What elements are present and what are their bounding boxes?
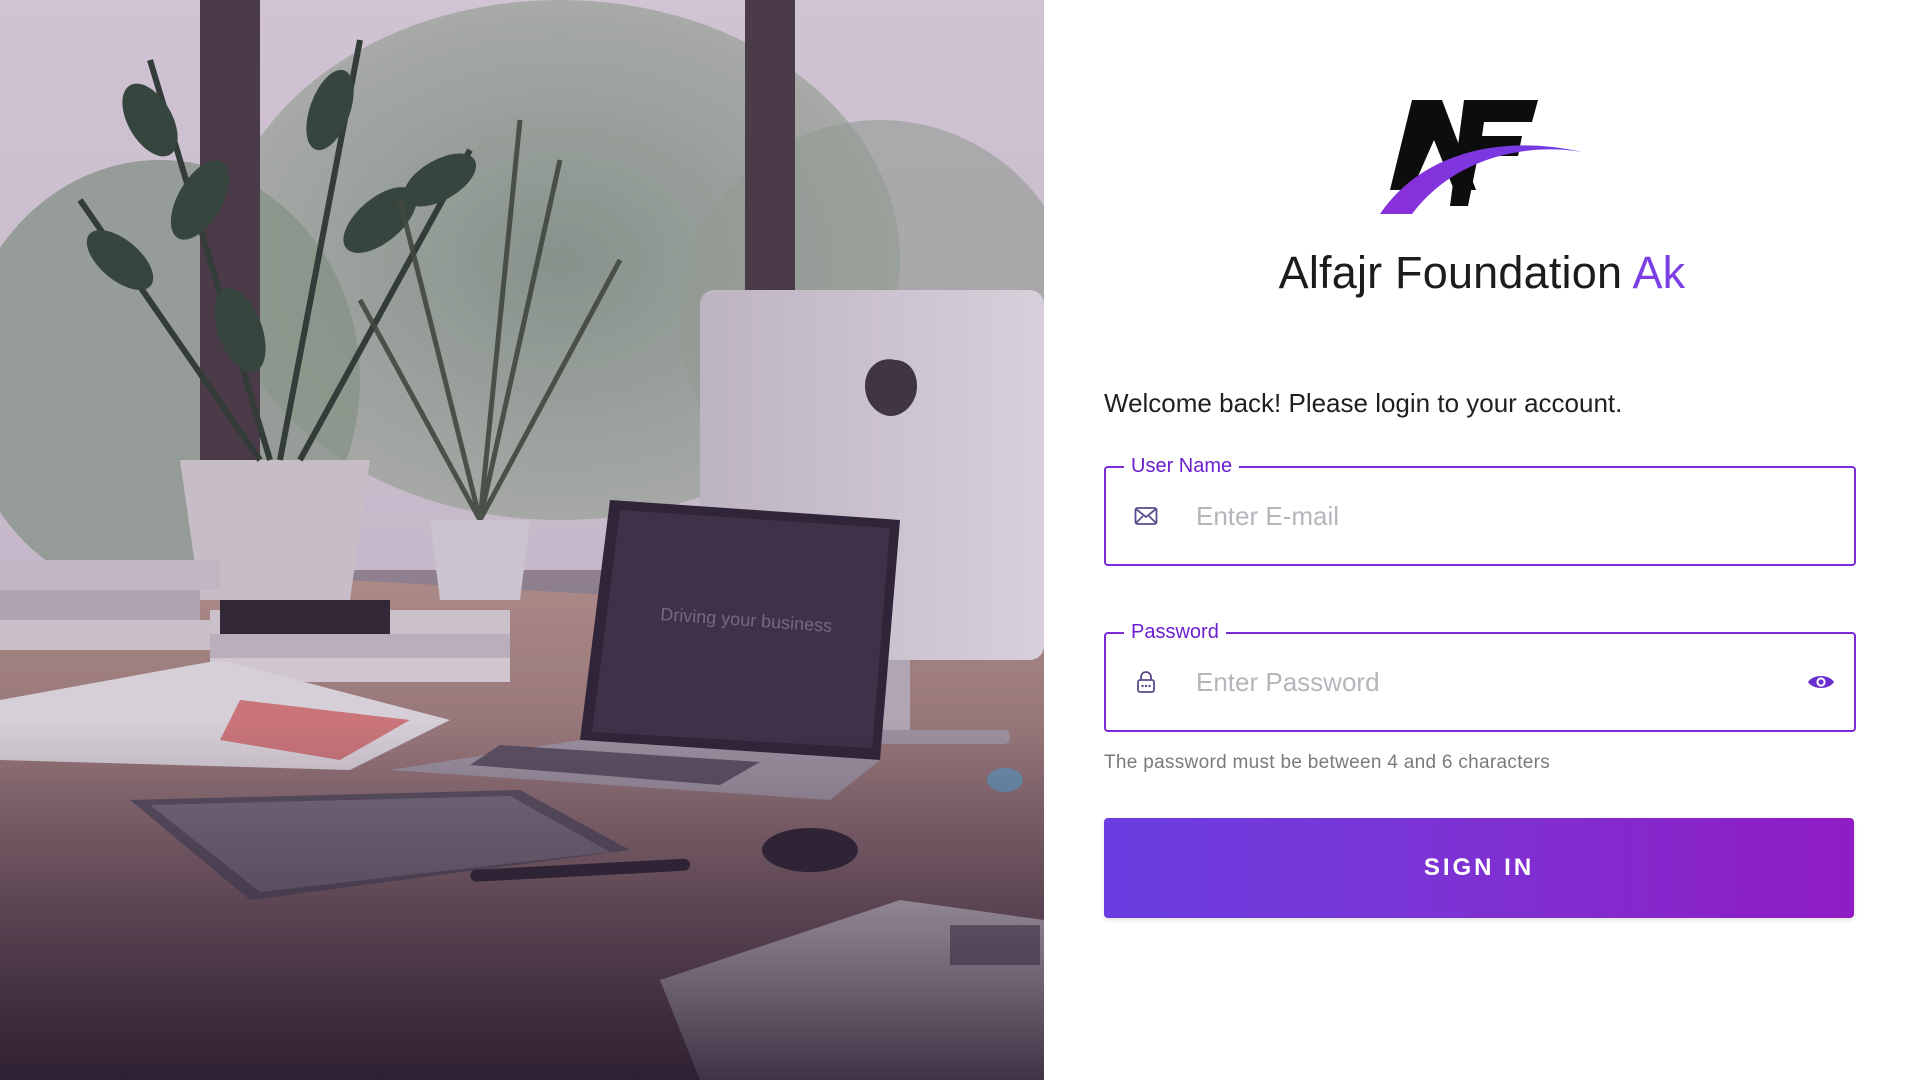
username-label: User Name [1124,453,1240,479]
password-input[interactable] [1194,634,1804,730]
login-panel: Alfajr Foundation Ak Welcome back! Pleas… [1044,0,1920,1080]
email-input[interactable] [1194,468,1854,564]
password-hint: The password must be between 4 and 6 cha… [1104,752,1551,773]
login-page: Driving your business Alfajr Foundation … [0,0,1920,1080]
lock-icon [1132,668,1160,696]
username-field[interactable]: User Name [1104,453,1856,566]
brand-logo [1380,100,1582,214]
password-field[interactable]: Password [1104,619,1856,732]
brand-name-accent: Ak [1632,247,1686,298]
sign-in-button[interactable]: SIGN IN [1104,818,1854,918]
password-label: Password [1124,619,1226,645]
hero-image: Driving your business [0,0,1044,1080]
mail-icon [1132,502,1160,530]
welcome-message: Welcome back! Please login to your accou… [1104,388,1623,418]
brand-name: Alfajr Foundation [1278,247,1623,298]
workspace-illustration: Driving your business [0,0,1044,1080]
eye-icon[interactable] [1804,665,1838,699]
brand-title: Alfajr Foundation Ak [1044,247,1920,299]
